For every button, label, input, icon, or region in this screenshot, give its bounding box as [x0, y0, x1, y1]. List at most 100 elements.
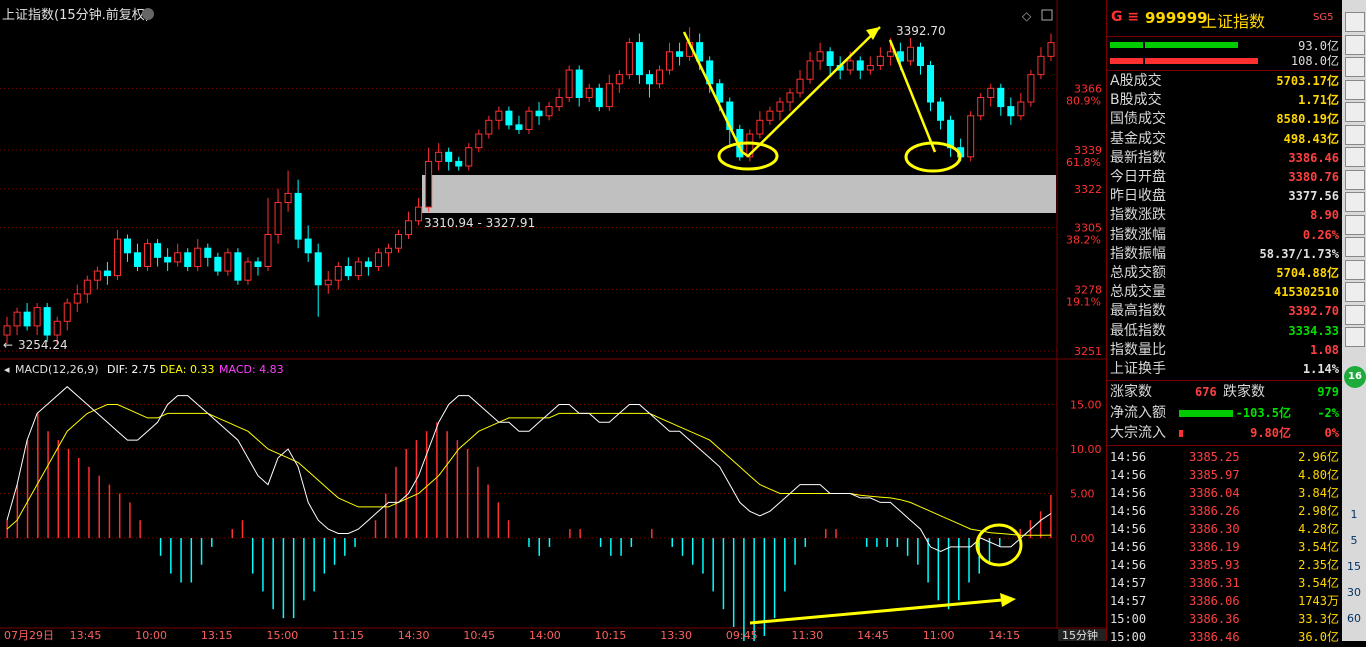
tick-price: 3386.46: [1189, 630, 1240, 644]
candle: [585, 87, 593, 98]
tick-row[interactable]: 15:00 3386.36 33.3亿: [1107, 610, 1343, 629]
flow-label: 大宗流入: [1110, 425, 1166, 441]
candle: [666, 51, 674, 71]
candle: [565, 69, 573, 98]
maximize-icon[interactable]: [1041, 9, 1053, 21]
candle: [314, 252, 322, 286]
tick-row[interactable]: 14:56 3385.93 2.35亿: [1107, 556, 1343, 575]
candle: [856, 60, 864, 71]
line-icon[interactable]: [1345, 304, 1365, 325]
flow-label: 净流入额: [1110, 405, 1166, 421]
up-label: 涨家数: [1110, 384, 1152, 400]
tick-row[interactable]: 14:56 3385.25 2.96亿: [1107, 448, 1343, 467]
grid-icon[interactable]: [1345, 57, 1365, 77]
stat-label: 基金成交: [1110, 130, 1166, 147]
candle: [455, 160, 463, 167]
stock-code: 999999: [1145, 9, 1208, 27]
candle: [987, 87, 995, 98]
macd-tick: 0.00: [1070, 532, 1095, 545]
time-tick: 07月29日: [4, 629, 54, 641]
tick-volume: 3.84亿: [1298, 486, 1339, 500]
trend-icon[interactable]: [1345, 34, 1365, 55]
chart-icon[interactable]: [1345, 147, 1365, 167]
candle: [134, 252, 142, 267]
time-tick: 14:15: [988, 629, 1020, 641]
chart5-icon[interactable]: [1345, 327, 1365, 347]
candle: [505, 110, 513, 126]
candle: [937, 101, 945, 121]
tick-time: 14:56: [1110, 468, 1147, 482]
tick-row[interactable]: 14:56 3386.26 2.98亿: [1107, 502, 1343, 521]
tick-row[interactable]: 15:00 3386.46 36.0亿: [1107, 628, 1343, 647]
candle: [826, 51, 834, 66]
stat-value: 5703.17亿: [1276, 74, 1339, 88]
fio-icon[interactable]: [1345, 214, 1365, 235]
macd-tick: 10.00: [1070, 443, 1102, 456]
candle: [575, 69, 583, 98]
tick-row[interactable]: 14:57 3386.06 1743万: [1107, 592, 1343, 611]
tick-row[interactable]: 14:56 3385.97 4.80亿: [1107, 466, 1343, 485]
candle: [806, 60, 814, 80]
candle: [354, 261, 362, 277]
candle: [766, 110, 774, 121]
time-tick: 14:45: [857, 629, 889, 641]
candle-icon[interactable]: [1345, 169, 1365, 190]
minute-icon[interactable]: [1345, 79, 1365, 100]
low-label: 3254.24: [18, 338, 68, 352]
period-5[interactable]: 5: [1342, 534, 1366, 547]
arrow-head-2: [1000, 593, 1016, 607]
flow-pct: -2%: [1317, 406, 1339, 420]
stock-name: 上证指数: [1201, 12, 1266, 31]
time-tick: 13:30: [660, 629, 692, 641]
diamond-icon[interactable]: ◇: [1022, 9, 1032, 23]
candle: [103, 270, 111, 277]
period-30[interactable]: 30: [1342, 586, 1366, 599]
stat-label: 指数涨幅: [1110, 226, 1166, 243]
stat-value: 3392.70: [1288, 304, 1339, 319]
candle: [244, 261, 252, 281]
high-label: 3392.70: [896, 24, 946, 38]
macd-tick: 5.00: [1070, 488, 1095, 501]
tick-row[interactable]: 14:56 3386.04 3.84亿: [1107, 484, 1343, 503]
candle: [1047, 42, 1055, 57]
stat-row: 指数涨跌 8.90: [1107, 206, 1343, 225]
candle: [214, 256, 222, 272]
tick-price: 3385.97: [1189, 468, 1240, 482]
chart3-icon[interactable]: [1345, 237, 1365, 257]
badge-circle[interactable]: 16: [1344, 366, 1366, 388]
title-dropdown-icon[interactable]: [142, 8, 154, 20]
stat-label: 上证换手: [1110, 361, 1166, 377]
tick-volume: 36.0亿: [1298, 630, 1339, 644]
candle: [525, 110, 533, 130]
tick-time: 14:56: [1110, 486, 1147, 500]
candle: [394, 234, 403, 249]
stat-value: 0.26%: [1302, 227, 1339, 242]
flow-row: 净流入额 -103.5亿 -2%: [1107, 404, 1343, 423]
candle: [997, 87, 1005, 108]
chart4-icon[interactable]: [1345, 282, 1365, 302]
tick-volume: 2.96亿: [1298, 450, 1339, 464]
stat-value: 415302510: [1273, 285, 1339, 300]
period-tab-label[interactable]: 15分钟: [1062, 628, 1098, 641]
stat-row: 总成交额 5704.88亿: [1107, 264, 1343, 283]
chart2-icon[interactable]: [1345, 192, 1365, 212]
stat-value: 1.14%: [1302, 362, 1339, 376]
candle: [816, 51, 824, 62]
tick-row[interactable]: 14:57 3386.31 3.54亿: [1107, 574, 1343, 593]
close-icon[interactable]: [1345, 12, 1365, 32]
pattern-arrow-left: [682, 26, 881, 158]
fiz-icon[interactable]: [1345, 259, 1365, 280]
tick-row[interactable]: 14:56 3386.30 4.28亿: [1107, 520, 1343, 539]
tick-row[interactable]: 14:56 3386.19 3.54亿: [1107, 538, 1343, 557]
kline-icon[interactable]: [1345, 102, 1365, 122]
pct-tick: 61.8%: [1066, 156, 1101, 169]
tick-volume: 2.98亿: [1298, 504, 1339, 518]
bar-icon[interactable]: [1345, 124, 1365, 145]
candle: [645, 74, 653, 85]
chart-canvas[interactable]: 3310.94 - 3327.91 3366333933223305327832…: [0, 0, 1106, 641]
period-60[interactable]: 60: [1342, 612, 1366, 625]
period-15[interactable]: 15: [1342, 560, 1366, 573]
period-1[interactable]: 1: [1342, 508, 1366, 521]
candle: [1017, 101, 1025, 117]
candle: [53, 320, 61, 336]
